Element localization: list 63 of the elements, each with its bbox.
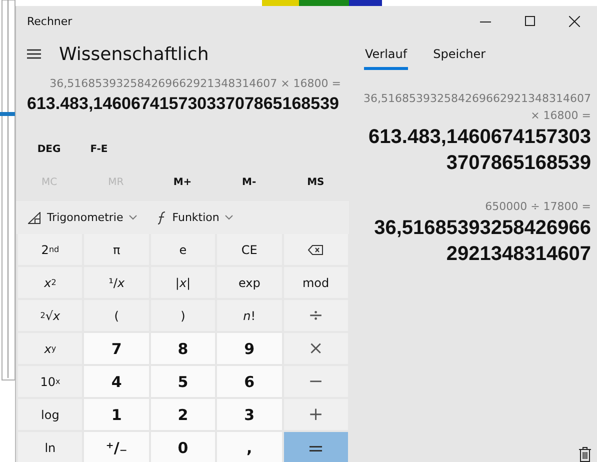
window-title: Rechner: [27, 14, 74, 28]
function-key[interactable]: π: [84, 234, 149, 265]
function-key[interactable]: log: [18, 399, 82, 430]
trash-icon[interactable]: [579, 447, 591, 462]
function-key[interactable]: x$^{y}$: [18, 333, 82, 364]
function-key[interactable]: |x|: [150, 267, 216, 298]
history-entry[interactable]: 650000 ÷ 17800 = 36,516853932584269662921348314607: [359, 198, 591, 267]
function-key[interactable]: x$^{2}$: [18, 267, 82, 298]
mode-button[interactable]: F-E: [74, 138, 124, 162]
digit-key[interactable]: 2: [150, 399, 216, 430]
history-result: 613.483,14606741573033707865168539: [368, 125, 591, 176]
history-expression: 650000 ÷ 17800 =: [484, 199, 591, 215]
function-key[interactable]: ¹∕x: [84, 267, 149, 298]
history-expression: 36,516853932584269662921348314607 × 16800 =: [362, 91, 591, 124]
dropdown-button[interactable]: Trigonometrie: [47, 211, 124, 224]
digit-key[interactable]: ,: [217, 432, 282, 462]
function-key[interactable]: 10$^{x}$: [18, 366, 82, 397]
maximize-icon[interactable]: [525, 16, 535, 26]
function-key[interactable]: 2$^{nd}$: [18, 234, 82, 265]
function-key[interactable]: CE: [217, 234, 282, 265]
operator-key[interactable]: ×: [284, 333, 348, 364]
dropdown-button[interactable]: Funktion: [172, 211, 220, 224]
digit-key[interactable]: 3: [217, 399, 282, 430]
menu-icon[interactable]: [27, 49, 41, 59]
equals-key[interactable]: =: [284, 432, 348, 462]
function-key[interactable]: ): [150, 300, 216, 331]
function-key[interactable]: (: [84, 300, 149, 331]
digit-key[interactable]: ⁺∕₋: [84, 432, 149, 462]
backspace-button[interactable]: [284, 234, 348, 265]
display-value: 613.483,14606741573033707865168539: [26, 94, 340, 114]
chevron-down-icon: [225, 215, 234, 220]
digit-key[interactable]: 9: [217, 333, 282, 364]
function-key[interactable]: exp: [217, 267, 282, 298]
digit-key[interactable]: 6: [217, 366, 282, 397]
digit-key[interactable]: 5: [150, 366, 216, 397]
digit-key[interactable]: 1: [84, 399, 149, 430]
function-key[interactable]: mod: [284, 267, 348, 298]
tab[interactable]: Speicher: [432, 40, 487, 70]
function-key[interactable]: $^{2}$√x: [18, 300, 82, 331]
operator-key[interactable]: +: [284, 399, 348, 430]
triangle-ruler-icon: [28, 212, 41, 224]
history-result: 36,516853932584269662921348314607: [373, 216, 591, 267]
digit-key[interactable]: 7: [84, 333, 149, 364]
digit-key[interactable]: 0: [150, 432, 216, 462]
function-icon: [157, 210, 166, 224]
operator-key[interactable]: −: [284, 366, 348, 397]
backspace-icon: [308, 244, 324, 254]
memory-button[interactable]: MS: [282, 170, 349, 194]
function-key[interactable]: e: [150, 234, 216, 265]
mode-button[interactable]: DEG: [24, 138, 74, 162]
close-icon[interactable]: [569, 16, 580, 26]
digit-key[interactable]: 4: [84, 366, 149, 397]
memory-button[interactable]: M-: [216, 170, 282, 194]
history-entry[interactable]: 36,516853932584269662921348314607 × 16800 = 613.483,14606741573033707865168539: [359, 90, 591, 176]
tab[interactable]: Verlauf: [364, 40, 408, 70]
digit-key[interactable]: 8: [150, 333, 216, 364]
mode-title: Wissenschaftlich: [59, 44, 209, 64]
display-expression: 36,516853932584269662921348314607 × 16800 =: [48, 77, 342, 90]
memory-button[interactable]: M+: [149, 170, 216, 194]
operator-key[interactable]: ÷: [284, 300, 348, 331]
function-key[interactable]: ln: [18, 432, 82, 462]
function-key[interactable]: n!: [217, 300, 282, 331]
chevron-down-icon: [129, 215, 138, 220]
